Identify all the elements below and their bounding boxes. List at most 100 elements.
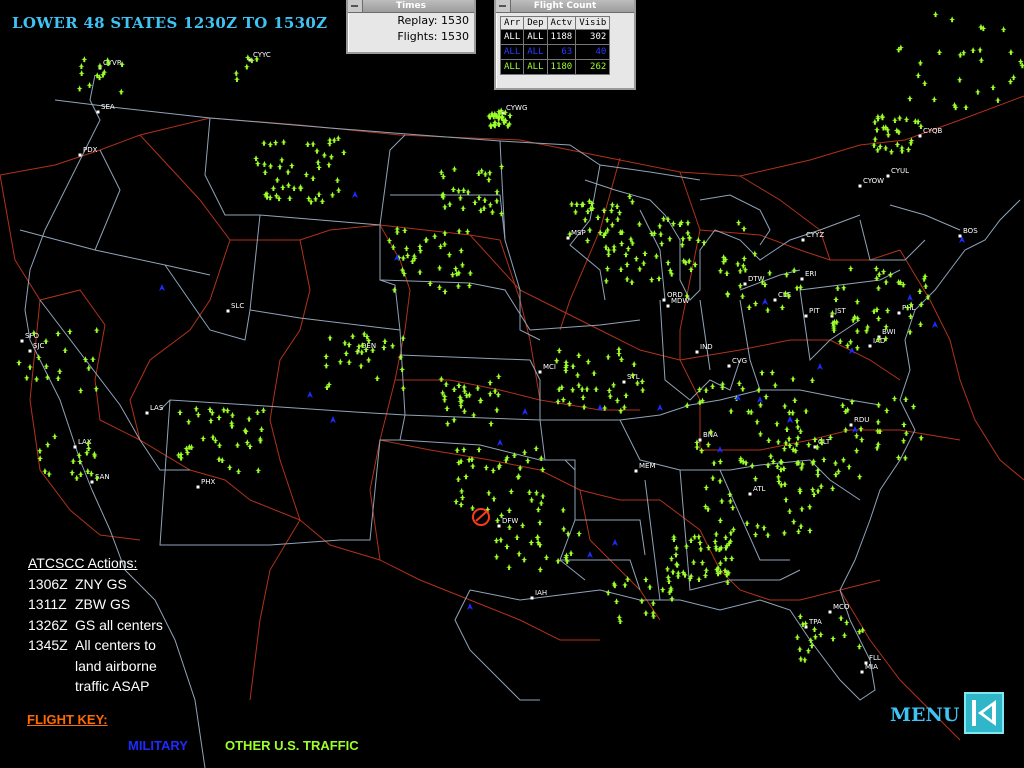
flight-count-title: Flight Count [533, 1, 597, 11]
airport-dot [96, 110, 100, 114]
column-header[interactable]: Dep [523, 16, 548, 30]
action-text: GS all centers [75, 615, 163, 636]
airport-dot [773, 298, 777, 302]
airport-label: MSP [571, 229, 586, 237]
airport-label: ATL [753, 485, 766, 493]
airport-label: PHX [201, 478, 215, 486]
other-traffic-key: OTHER U.S. TRAFFIC [225, 738, 359, 753]
flight-count-cell: 1180 [546, 59, 577, 75]
airport-label: CVG [732, 357, 747, 365]
flight-count-cell: ALL [523, 59, 548, 75]
airport-label: CLT [818, 438, 831, 446]
airport-label: MCO [833, 603, 850, 611]
airport-dot [868, 344, 872, 348]
flight-count-table: Arr Dep Actv Visib ALL ALL 1188 302 ALL ALL 63… [499, 16, 611, 75]
airport-label: PDX [83, 146, 98, 154]
action-text: ZNY GS [75, 574, 127, 595]
airport-dot [886, 174, 890, 178]
column-header[interactable]: Actv [546, 16, 577, 30]
airport-label: SJC [33, 342, 45, 350]
airport-dot [530, 596, 534, 600]
airport-label: BWI [882, 328, 896, 336]
airport-label: MEM [639, 462, 656, 470]
airport-label: CYOW [863, 177, 884, 185]
window-menu-button[interactable] [348, 0, 363, 12]
airport-label: LAX [78, 438, 92, 446]
page-title: LOWER 48 STATES 1230Z TO 1530Z [12, 14, 328, 32]
airport-dot [90, 480, 94, 484]
action-time: 1326Z [28, 616, 68, 633]
airport-dot [828, 610, 832, 614]
airport-dot [497, 524, 501, 528]
airport-dot [918, 134, 922, 138]
menu-label[interactable]: MENU [890, 704, 959, 726]
flight-count-cell: ALL [499, 29, 525, 45]
airport-dot [196, 485, 200, 489]
action-text-line: GS all centers [75, 616, 163, 633]
airport-dot [958, 234, 962, 238]
airport-dot [804, 314, 808, 318]
action-text-line: All centers to [75, 637, 156, 653]
airport-label: CYWG [506, 104, 527, 112]
airport-dot [622, 380, 626, 384]
airport-dot [145, 411, 149, 415]
airport-dot [743, 282, 747, 286]
airport-label: LAS [150, 404, 164, 412]
action-text: All centers to land airborne traffic ASAP [75, 635, 157, 697]
airport-label: CYUL [891, 167, 909, 175]
airport-dot [800, 277, 804, 281]
airport-dot [538, 370, 542, 374]
airport-dot [897, 311, 901, 315]
airport-dot [28, 349, 32, 353]
action-item: 1306Z ZNY GS [28, 574, 163, 595]
flight-count-window[interactable]: Flight Count Arr Dep Actv Visib ALL ALL 11… [494, 0, 636, 90]
flight-count-row: ALL ALL 63 40 [499, 44, 611, 60]
times-window[interactable]: Times Replay: 1530 Flights: 1530 [346, 0, 476, 54]
airport-label: FLL [869, 654, 881, 662]
airport-label: CYYZ [806, 231, 824, 239]
action-text-line: traffic ASAP [75, 678, 150, 694]
airport-label: BOS [963, 227, 978, 235]
flight-count-row: ALL ALL 1188 302 [499, 29, 611, 45]
airport-label: IAH [535, 589, 547, 597]
flight-count-titlebar[interactable]: Flight Count [496, 0, 634, 13]
flights-value: Flights: 1530 [397, 30, 469, 43]
airport-label: JST [834, 307, 847, 315]
airport-label: CYQB [923, 127, 943, 135]
action-item: 1311Z ZBW GS [28, 594, 163, 615]
airport-label: SLC [231, 302, 244, 310]
airport-dot [566, 236, 570, 240]
back-arrow-icon [972, 700, 996, 726]
action-time: 1306Z [28, 575, 68, 592]
airport-label: SEA [101, 103, 115, 111]
airport-dot [698, 438, 702, 442]
airport-label: TPA [808, 618, 822, 626]
airport-label: MIA [865, 663, 878, 671]
action-text-line: ZBW GS [75, 596, 131, 612]
airport-dot [695, 350, 699, 354]
airport-label: RDU [854, 416, 869, 424]
atcscc-actions: ATCSCC Actions: 1306Z ZNY GS 1311Z ZBW GS 13… [28, 553, 163, 697]
times-titlebar[interactable]: Times [348, 0, 474, 13]
airport-dot [727, 364, 731, 368]
airport-dot [20, 339, 24, 343]
airport-dot [858, 184, 862, 188]
flight-count-cell: 63 [546, 44, 577, 60]
flight-count-cell: ALL [523, 44, 548, 60]
airport-label: IND [700, 343, 713, 351]
military-key: MILITARY [128, 738, 188, 753]
airport-dot [860, 670, 864, 674]
airport-label: CYYC [253, 51, 271, 59]
airport-dot [73, 445, 77, 449]
column-header[interactable]: Visib [575, 16, 611, 30]
airport-dot [662, 298, 666, 302]
airport-dot [801, 238, 805, 242]
action-text-line: land airborne [75, 657, 157, 674]
menu-back-button[interactable] [964, 692, 1004, 734]
action-text: ZBW GS [75, 594, 130, 615]
column-header[interactable]: Arr [499, 16, 525, 30]
window-menu-button[interactable] [496, 0, 511, 12]
flight-count-cell: 302 [575, 29, 611, 45]
flight-key-label: FLIGHT KEY: [27, 712, 108, 727]
airport-label: PIT [809, 307, 820, 315]
